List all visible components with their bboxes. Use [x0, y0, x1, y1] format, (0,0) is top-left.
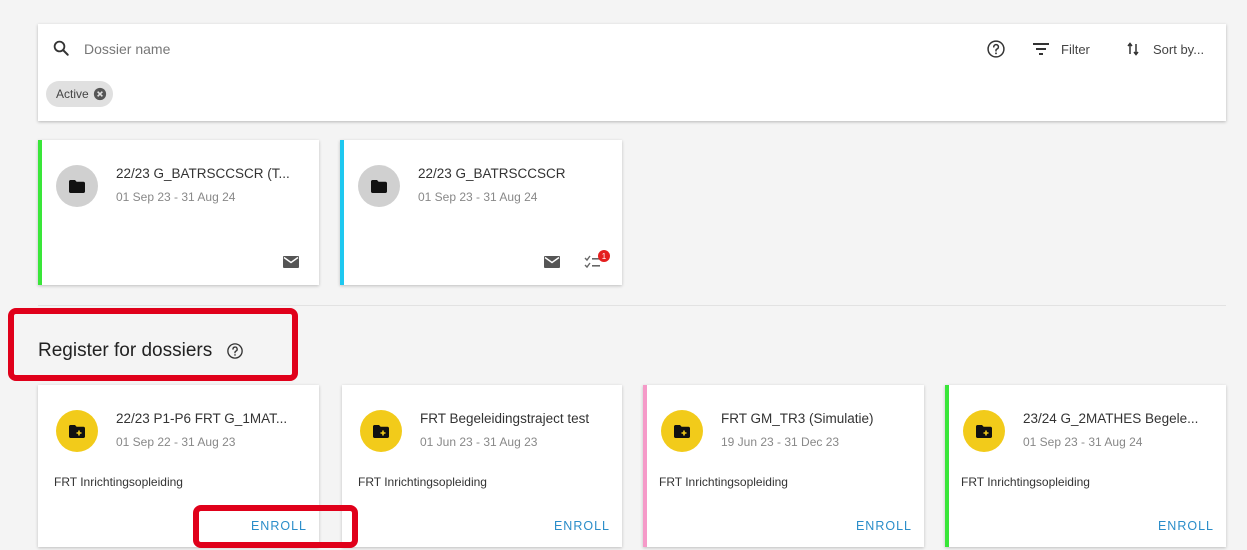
dossier-subtitle: FRT Inrichtingsopleiding	[54, 475, 183, 489]
filter-label: Filter	[1061, 41, 1090, 57]
card-accent	[38, 140, 42, 285]
search-icon	[53, 40, 69, 56]
add-folder-icon	[360, 410, 402, 452]
register-card[interactable]: FRT Begeleidingstraject test 01 Jun 23 -…	[342, 385, 622, 547]
folder-icon	[56, 165, 98, 207]
mail-icon[interactable]	[544, 256, 560, 268]
dossier-subtitle: FRT Inrichtingsopleiding	[961, 475, 1090, 489]
search-panel: Filter Sort by... Active	[38, 24, 1226, 121]
enroll-button[interactable]: ENROLL	[856, 519, 912, 533]
filter-icon	[1033, 43, 1049, 55]
dossier-title: 22/23 G_BATRSCCSCR	[418, 166, 566, 181]
register-section-heading: Register for dossiers	[38, 340, 244, 362]
search-input[interactable]	[84, 37, 484, 61]
sort-label: Sort by...	[1153, 41, 1205, 57]
dossier-title: FRT Begeleidingstraject test	[420, 411, 590, 426]
dossier-title: 23/24 G_2MATHES Begele...	[1023, 411, 1199, 426]
dossier-subtitle: FRT Inrichtingsopleiding	[659, 475, 788, 489]
dossier-dates: 19 Jun 23 - 31 Dec 23	[721, 435, 840, 449]
add-folder-icon	[661, 410, 703, 452]
register-card[interactable]: 22/23 P1-P6 FRT G_1MAT... 01 Sep 22 - 31…	[38, 385, 319, 547]
enroll-button[interactable]: ENROLL	[251, 519, 307, 533]
dossier-dates: 01 Sep 23 - 31 Aug 24	[418, 190, 538, 204]
dossier-subtitle: FRT Inrichtingsopleiding	[358, 475, 487, 489]
dossier-title: 22/23 G_BATRSCCSCR (T...	[116, 166, 290, 181]
card-accent	[643, 385, 647, 547]
register-card[interactable]: 23/24 G_2MATHES Begele... 01 Sep 23 - 31…	[945, 385, 1226, 547]
dossier-title: FRT GM_TR3 (Simulatie)	[721, 411, 874, 426]
dossier-dates: 01 Jun 23 - 31 Aug 23	[420, 435, 538, 449]
mail-icon[interactable]	[283, 256, 299, 268]
folder-icon	[358, 165, 400, 207]
dossier-card[interactable]: 22/23 G_BATRSCCSCR 01 Sep 23 - 31 Aug 24…	[340, 140, 622, 285]
help-icon[interactable]	[226, 342, 244, 360]
section-divider	[38, 305, 1226, 306]
add-folder-icon	[56, 410, 98, 452]
help-icon[interactable]	[986, 39, 1006, 59]
active-filter-chip[interactable]: Active	[46, 81, 113, 107]
page: Filter Sort by... Active 22/23 G_BATRSCC…	[0, 0, 1247, 550]
close-icon[interactable]	[93, 87, 107, 101]
dossier-card[interactable]: 22/23 G_BATRSCCSCR (T... 01 Sep 23 - 31 …	[38, 140, 319, 285]
enroll-button[interactable]: ENROLL	[554, 519, 610, 533]
card-accent	[945, 385, 949, 547]
register-card[interactable]: FRT GM_TR3 (Simulatie) 19 Jun 23 - 31 De…	[643, 385, 924, 547]
add-folder-icon	[963, 410, 1005, 452]
sort-button[interactable]: Sort by...	[1127, 36, 1204, 62]
dossier-dates: 01 Sep 22 - 31 Aug 23	[116, 435, 236, 449]
filter-button[interactable]: Filter	[1033, 36, 1090, 62]
section-title: Register for dossiers	[38, 340, 213, 361]
notification-badge: 1	[598, 250, 610, 262]
dossier-dates: 01 Sep 23 - 31 Aug 24	[1023, 435, 1143, 449]
chip-label: Active	[56, 87, 89, 101]
dossier-title: 22/23 P1-P6 FRT G_1MAT...	[116, 411, 288, 426]
sort-icon	[1127, 42, 1139, 56]
dossier-dates: 01 Sep 23 - 31 Aug 24	[116, 190, 236, 204]
enroll-button[interactable]: ENROLL	[1158, 519, 1214, 533]
card-accent	[340, 140, 344, 285]
